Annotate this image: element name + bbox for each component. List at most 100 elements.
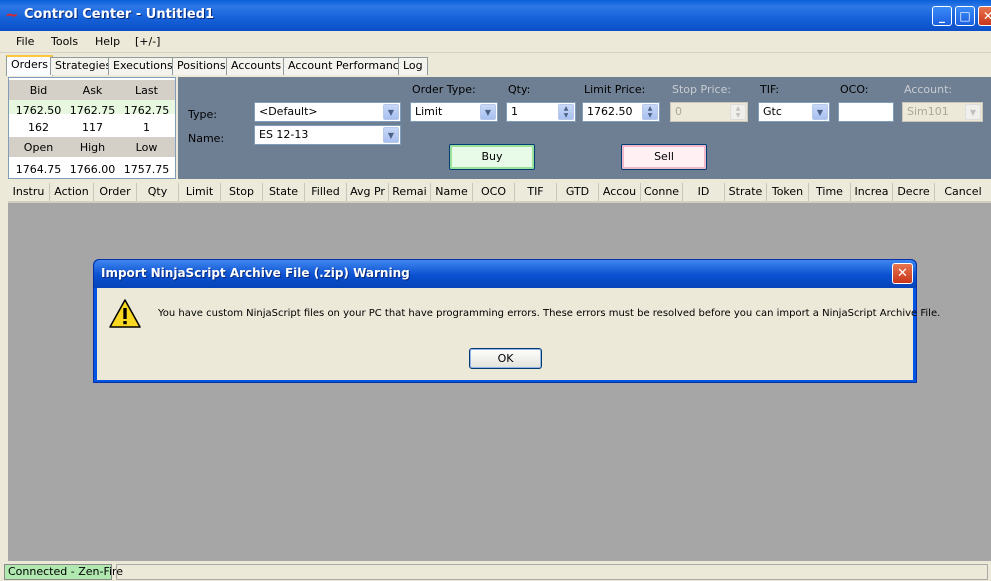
name-label: Name:	[188, 132, 225, 145]
oco-input[interactable]	[838, 102, 894, 122]
chevron-down-icon: ▼	[383, 104, 399, 120]
qty-label: Qty:	[508, 83, 531, 96]
tab-accounts[interactable]: Accounts	[226, 57, 287, 75]
spin-arrows-icon[interactable]: ▲ ▼	[642, 104, 658, 120]
menu-toggle[interactable]: [+/-]	[135, 35, 160, 48]
account-select: Sim101 ▼	[902, 102, 983, 122]
app-logo-icon: ~	[5, 5, 19, 24]
column-header[interactable]: State	[263, 183, 305, 201]
name-select[interactable]: ES 12-13 ▼	[254, 125, 401, 145]
dialog-message: You have custom NinjaScript files on you…	[158, 308, 941, 319]
tif-value: Gtc	[763, 105, 782, 118]
open-price: 1764.75	[15, 163, 62, 176]
control-center-window: ~ Control Center - Untitled1 _ □ ✕ File …	[0, 0, 991, 581]
limit-price-stepper[interactable]: 1762.50 ▲ ▼	[582, 102, 660, 122]
spin-arrows-icon[interactable]: ▲ ▼	[558, 104, 574, 120]
tab-strategies[interactable]: Strategies	[50, 57, 117, 75]
menu-bar: File Tools Help [+/-]	[0, 31, 991, 53]
column-header[interactable]: Stop	[221, 183, 263, 201]
last-size: 1	[143, 121, 150, 134]
column-header[interactable]: TIF	[515, 183, 557, 201]
column-header[interactable]: Time	[809, 183, 851, 201]
ask-header: Ask	[82, 84, 103, 97]
stop-price-value: 0	[675, 105, 682, 118]
tab-positions[interactable]: Positions	[172, 57, 231, 75]
last-header: Last	[135, 84, 158, 97]
quote-header-row-2: Open High Low	[9, 137, 175, 157]
chevron-down-icon: ▼	[812, 104, 828, 120]
ask-size: 117	[82, 121, 103, 134]
oco-label: OCO:	[840, 83, 869, 96]
high-header: High	[79, 141, 106, 154]
warning-icon	[109, 299, 141, 328]
close-button[interactable]: ✕	[978, 6, 991, 26]
qty-stepper[interactable]: 1 ▲ ▼	[506, 102, 576, 122]
status-bar-panel	[116, 564, 988, 580]
column-header[interactable]: Increa	[851, 183, 893, 201]
open-header: Open	[23, 141, 54, 154]
menu-file[interactable]: File	[16, 35, 34, 48]
chevron-down-icon: ▼	[480, 104, 496, 120]
tab-account-performance[interactable]: Account Performance	[283, 57, 411, 75]
column-header[interactable]: Action	[50, 183, 94, 201]
dialog-close-button[interactable]: ✕	[892, 263, 913, 284]
type-label: Type:	[188, 108, 217, 121]
column-header[interactable]: GTD	[557, 183, 599, 201]
column-header[interactable]: Remai	[389, 183, 431, 201]
limit-price-label: Limit Price:	[584, 83, 646, 96]
tif-label: TIF:	[760, 83, 780, 96]
tab-orders[interactable]: Orders	[6, 55, 53, 76]
dialog-body: You have custom NinjaScript files on you…	[97, 288, 940, 380]
column-header[interactable]: Token	[767, 183, 809, 201]
spin-arrows-icon: ▲ ▼	[730, 104, 746, 120]
bid-size: 162	[28, 121, 49, 134]
column-header[interactable]: Cancel	[935, 183, 991, 201]
type-value: <Default>	[259, 105, 318, 118]
quote-header-row: Bid Ask Last	[9, 80, 175, 100]
last-price: 1762.75	[123, 104, 170, 117]
tab-executions[interactable]: Executions	[108, 57, 178, 75]
ok-button[interactable]: OK	[469, 348, 542, 369]
tab-strip: Orders Strategies Executions Positions A…	[0, 54, 991, 76]
column-header[interactable]: ID	[683, 183, 725, 201]
dialog-title-bar[interactable]: Import NinjaScript Archive File (.zip) W…	[94, 260, 916, 288]
maximize-button[interactable]: □	[955, 6, 975, 26]
minimize-button[interactable]: _	[932, 6, 952, 26]
order-entry-panel: Type: <Default> ▼ Name: ES 12-13 ▼ Order…	[178, 77, 991, 179]
column-header[interactable]: Qty	[137, 183, 179, 201]
tif-select[interactable]: Gtc ▼	[758, 102, 830, 122]
type-select[interactable]: <Default> ▼	[254, 102, 401, 122]
order-type-select[interactable]: Limit ▼	[410, 102, 498, 122]
order-type-value: Limit	[415, 105, 443, 118]
column-header[interactable]: Filled	[305, 183, 347, 201]
high-price: 1766.00	[69, 163, 116, 176]
column-header[interactable]: Name	[431, 183, 473, 201]
window-title: Control Center - Untitled1	[24, 7, 215, 22]
limit-price-value: 1762.50	[587, 105, 633, 118]
name-value: ES 12-13	[259, 128, 309, 141]
menu-help[interactable]: Help	[95, 35, 120, 48]
account-value: Sim101	[907, 105, 949, 118]
title-bar[interactable]: ~ Control Center - Untitled1 _ □ ✕	[0, 0, 991, 31]
dialog-title: Import NinjaScript Archive File (.zip) W…	[101, 266, 410, 280]
column-header[interactable]: Instru	[8, 183, 50, 201]
column-header[interactable]: Order	[94, 183, 137, 201]
ask-price: 1762.75	[69, 104, 116, 117]
low-header: Low	[135, 141, 158, 154]
column-header[interactable]: Avg Pr	[347, 183, 389, 201]
warning-dialog: Import NinjaScript Archive File (.zip) W…	[93, 259, 940, 383]
column-header[interactable]: Strate	[725, 183, 767, 201]
buy-button[interactable]: Buy	[449, 144, 535, 170]
orders-grid-header: Instru Action Order Qty Limit Stop State…	[8, 183, 991, 203]
sell-button[interactable]: Sell	[621, 144, 707, 170]
column-header[interactable]: Decre	[893, 183, 935, 201]
bid-header: Bid	[29, 84, 48, 97]
low-price: 1757.75	[123, 163, 170, 176]
column-header[interactable]: Accou	[599, 183, 641, 201]
column-header[interactable]: Limit	[179, 183, 221, 201]
tab-log[interactable]: Log	[398, 57, 428, 75]
menu-tools[interactable]: Tools	[51, 35, 78, 48]
column-header[interactable]: Conne	[641, 183, 683, 201]
status-bar: Connected - Zen-Fire	[0, 562, 991, 581]
column-header[interactable]: OCO	[473, 183, 515, 201]
